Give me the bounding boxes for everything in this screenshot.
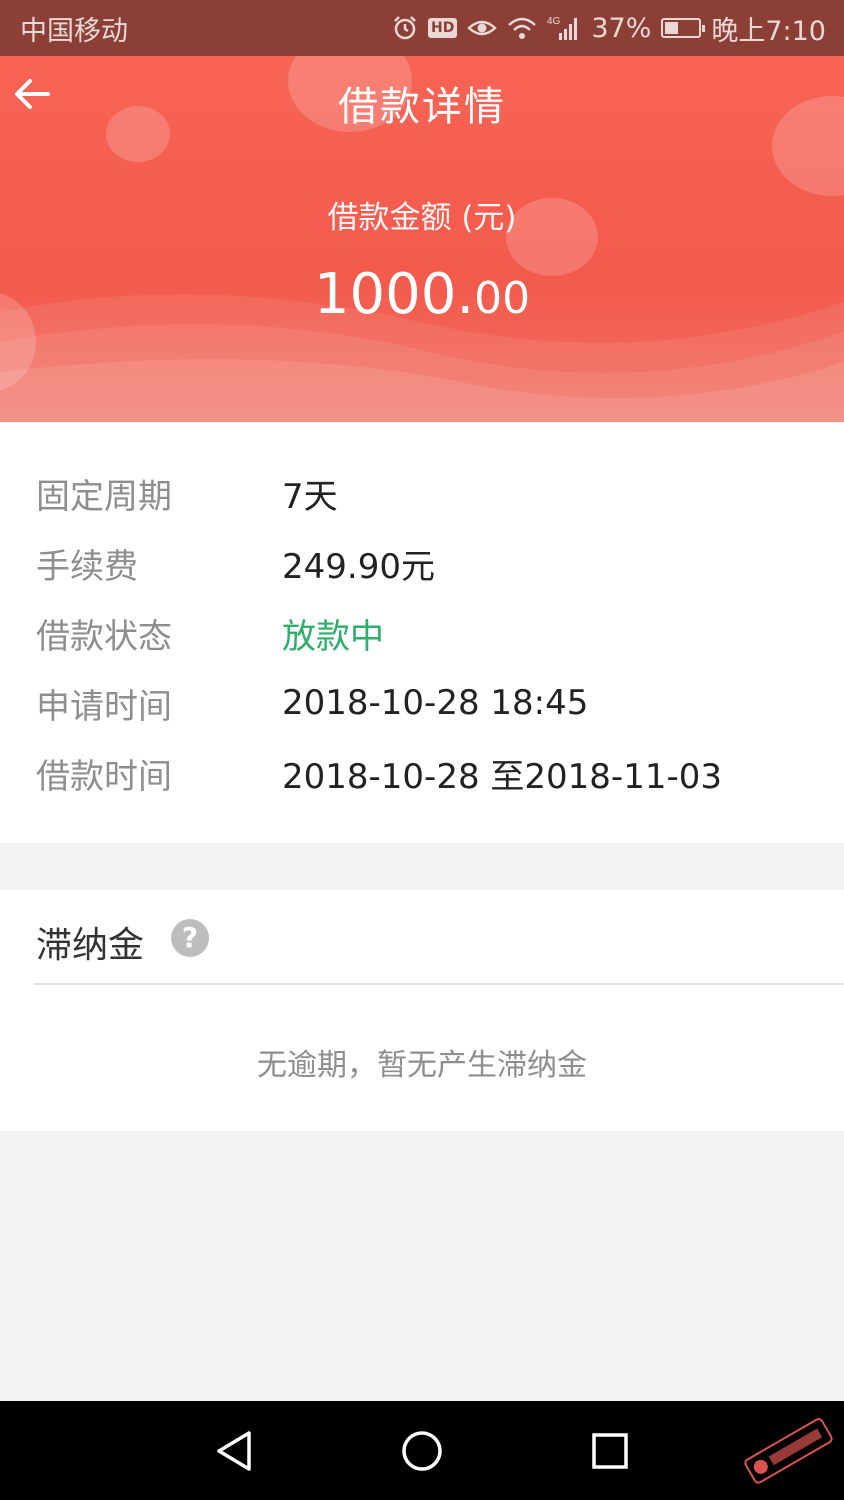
back-triangle-icon xyxy=(217,1431,251,1471)
home-circle-icon xyxy=(402,1431,442,1471)
help-question-icon[interactable]: ? xyxy=(171,919,209,957)
nav-recent-apps-button[interactable] xyxy=(586,1427,634,1475)
detail-key: 借款时间 xyxy=(36,756,172,797)
detail-row-apply-time: 申请时间 2018-10-28 18:45 xyxy=(0,673,844,733)
detail-row-fee: 手续费 249.90元 xyxy=(0,533,844,593)
status-bar: 中国移动 HD 4G 37% 晚上7:10 xyxy=(0,0,844,56)
loan-summary-header: 借款详情 借款金额 (元) 1000.00 xyxy=(0,56,844,422)
eye-comfort-icon xyxy=(467,17,498,39)
detail-value: 2018-10-28 18:45 xyxy=(282,683,589,723)
loan-amount-decimal: 00 xyxy=(474,273,531,324)
battery-icon xyxy=(661,18,706,38)
carrier-name: 中国移动 xyxy=(20,15,128,47)
detail-value: 2018-10-28 至2018-11-03 xyxy=(282,756,722,797)
clock-time: 晚上7:10 xyxy=(711,15,826,47)
loan-details-card: 固定周期 7天 手续费 249.90元 借款状态 放款中 申请时间 2018-1… xyxy=(0,422,844,843)
page-title: 借款详情 xyxy=(338,84,506,130)
detail-row-period: 固定周期 7天 xyxy=(0,463,844,523)
recent-square-icon xyxy=(592,1433,628,1469)
nav-home-button[interactable] xyxy=(398,1427,446,1475)
detail-key: 借款状态 xyxy=(36,616,172,657)
hd-voice-icon: HD xyxy=(428,18,458,38)
wifi-icon xyxy=(507,16,537,40)
system-nav-bar xyxy=(0,1401,844,1500)
loan-status-value: 放款中 xyxy=(282,616,384,657)
detail-row-loan-time: 借款时间 2018-10-28 至2018-11-03 xyxy=(0,743,844,803)
loan-amount-label: 借款金额 (元) xyxy=(327,200,517,236)
loan-amount-value: 1000.00 xyxy=(0,262,844,327)
detail-row-status: 借款状态 放款中 xyxy=(0,603,844,663)
detail-key: 手续费 xyxy=(36,546,138,587)
detail-key: 申请时间 xyxy=(36,686,172,727)
alarm-icon xyxy=(392,15,418,41)
late-fee-card: 滞纳金 ? 无逾期，暂无产生滞纳金 xyxy=(0,890,844,1131)
late-fee-empty-text: 无逾期，暂无产生滞纳金 xyxy=(257,1048,587,1083)
divider xyxy=(34,983,844,985)
battery-percent: 37% xyxy=(591,12,652,44)
status-icons: HD 4G 37% 晚上7:10 xyxy=(392,9,826,48)
nav-back-button[interactable] xyxy=(211,1427,259,1475)
network-type-label: 4G xyxy=(547,16,561,27)
cellular-signal-icon: 4G xyxy=(547,15,581,41)
detail-key: 固定周期 xyxy=(36,476,172,517)
detail-value: 249.90元 xyxy=(282,546,435,587)
late-fee-title: 滞纳金 xyxy=(36,925,145,966)
loan-amount-integer: 1000. xyxy=(313,262,475,327)
detail-value: 7天 xyxy=(282,476,338,517)
